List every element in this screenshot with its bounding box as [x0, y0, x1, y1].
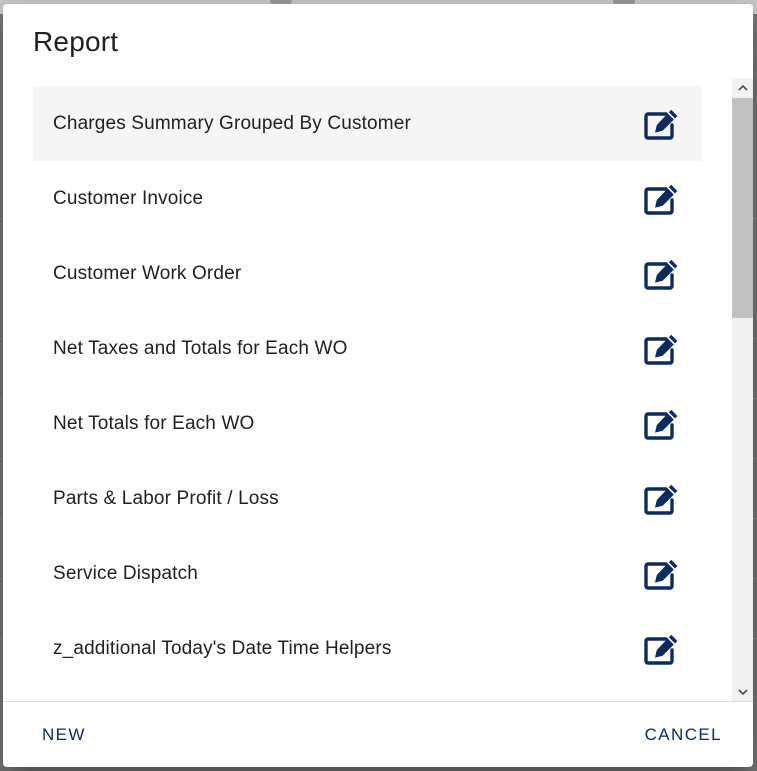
edit-icon[interactable] — [642, 329, 682, 369]
report-list-item[interactable]: Net Taxes and Totals for Each WO — [33, 311, 702, 386]
report-label: Charges Summary Grouped By Customer — [53, 112, 411, 134]
edit-icon[interactable] — [642, 554, 682, 594]
actions-divider — [3, 701, 753, 702]
report-list: Charges Summary Grouped By Customer Cust… — [33, 86, 702, 686]
edit-icon[interactable] — [642, 104, 682, 144]
scroll-up-arrow-icon[interactable] — [732, 78, 753, 96]
report-label: Parts & Labor Profit / Loss — [53, 487, 279, 509]
dialog-title: Report — [33, 26, 119, 57]
scrollbar[interactable] — [732, 78, 753, 701]
report-label: z_additional Today's Date Time Helpers — [53, 637, 392, 659]
report-label: Service Dispatch — [53, 562, 198, 584]
report-list-item[interactable]: Parts & Labor Profit / Loss — [33, 461, 702, 536]
edit-icon[interactable] — [642, 479, 682, 519]
edit-icon[interactable] — [642, 254, 682, 294]
cancel-button[interactable]: CANCEL — [637, 720, 730, 750]
report-label: Customer Work Order — [53, 262, 242, 284]
report-label: Net Taxes and Totals for Each WO — [53, 337, 348, 359]
report-list-item[interactable]: Charges Summary Grouped By Customer — [33, 86, 702, 161]
report-list-item[interactable]: Customer Invoice — [33, 161, 702, 236]
report-list-item[interactable]: Customer Work Order — [33, 236, 702, 311]
report-list-item[interactable]: z_additional Today's Date Time Helpers — [33, 611, 702, 686]
edit-icon[interactable] — [642, 179, 682, 219]
scroll-down-arrow-icon[interactable] — [732, 683, 753, 701]
edit-icon[interactable] — [642, 404, 682, 444]
new-button[interactable]: NEW — [34, 720, 94, 750]
report-list-item[interactable]: Net Totals for Each WO — [33, 386, 702, 461]
report-list-item[interactable]: Service Dispatch — [33, 536, 702, 611]
scrollbar-thumb[interactable] — [732, 98, 753, 318]
report-dialog: Report Charges Summary Grouped By Custom… — [3, 4, 753, 767]
report-label: Customer Invoice — [53, 187, 204, 209]
report-label: Net Totals for Each WO — [53, 412, 255, 434]
edit-icon[interactable] — [642, 629, 682, 669]
report-list-viewport: Charges Summary Grouped By Customer Cust… — [33, 78, 733, 701]
